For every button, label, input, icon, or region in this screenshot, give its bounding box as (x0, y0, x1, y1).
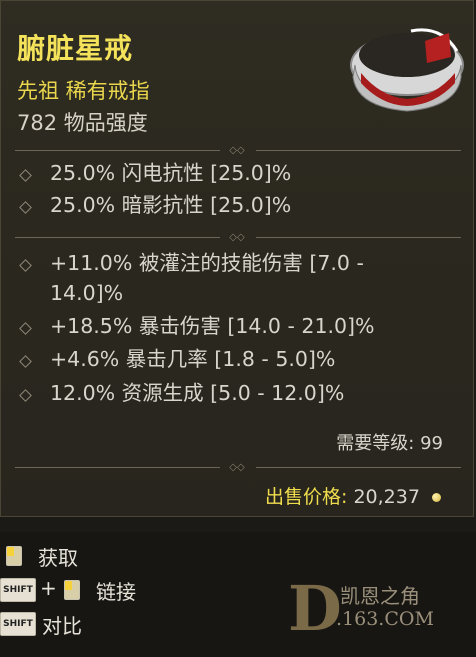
left-mouse-icon (6, 546, 22, 566)
divider: ◇◇ (15, 231, 461, 245)
ring-icon (350, 28, 464, 112)
item-name: 腑脏星戒 (17, 32, 134, 65)
gold-coin-icon (432, 493, 441, 502)
shift-key-icon: SHIFT (0, 612, 36, 636)
item-power: 782 物品强度 (17, 111, 148, 135)
divider: ◇◇ (15, 144, 461, 158)
sell-price-value: 20,237 (353, 486, 420, 508)
item-type: 先祖 稀有戒指 (17, 79, 150, 103)
sell-price: 出售价格: 20,237 (265, 482, 441, 509)
sell-price-label: 出售价格: (265, 486, 348, 508)
item-tooltip: 腑脏星戒 先祖 稀有戒指 782 物品强度 ◇◇ 25.0% 闪电抗性 [25.… (0, 0, 474, 517)
compare-action[interactable]: SHIFT 对比 (0, 608, 200, 640)
level-requirement: 需要等级: 99 (336, 433, 443, 454)
left-mouse-icon (64, 580, 80, 600)
divider: ◇◇ (15, 461, 461, 475)
watermark-logo: D 凯恩之角 .163.COM (288, 572, 434, 645)
link-action[interactable]: SHIFT + 链接 (0, 574, 200, 606)
shift-key-icon: SHIFT (0, 578, 36, 602)
